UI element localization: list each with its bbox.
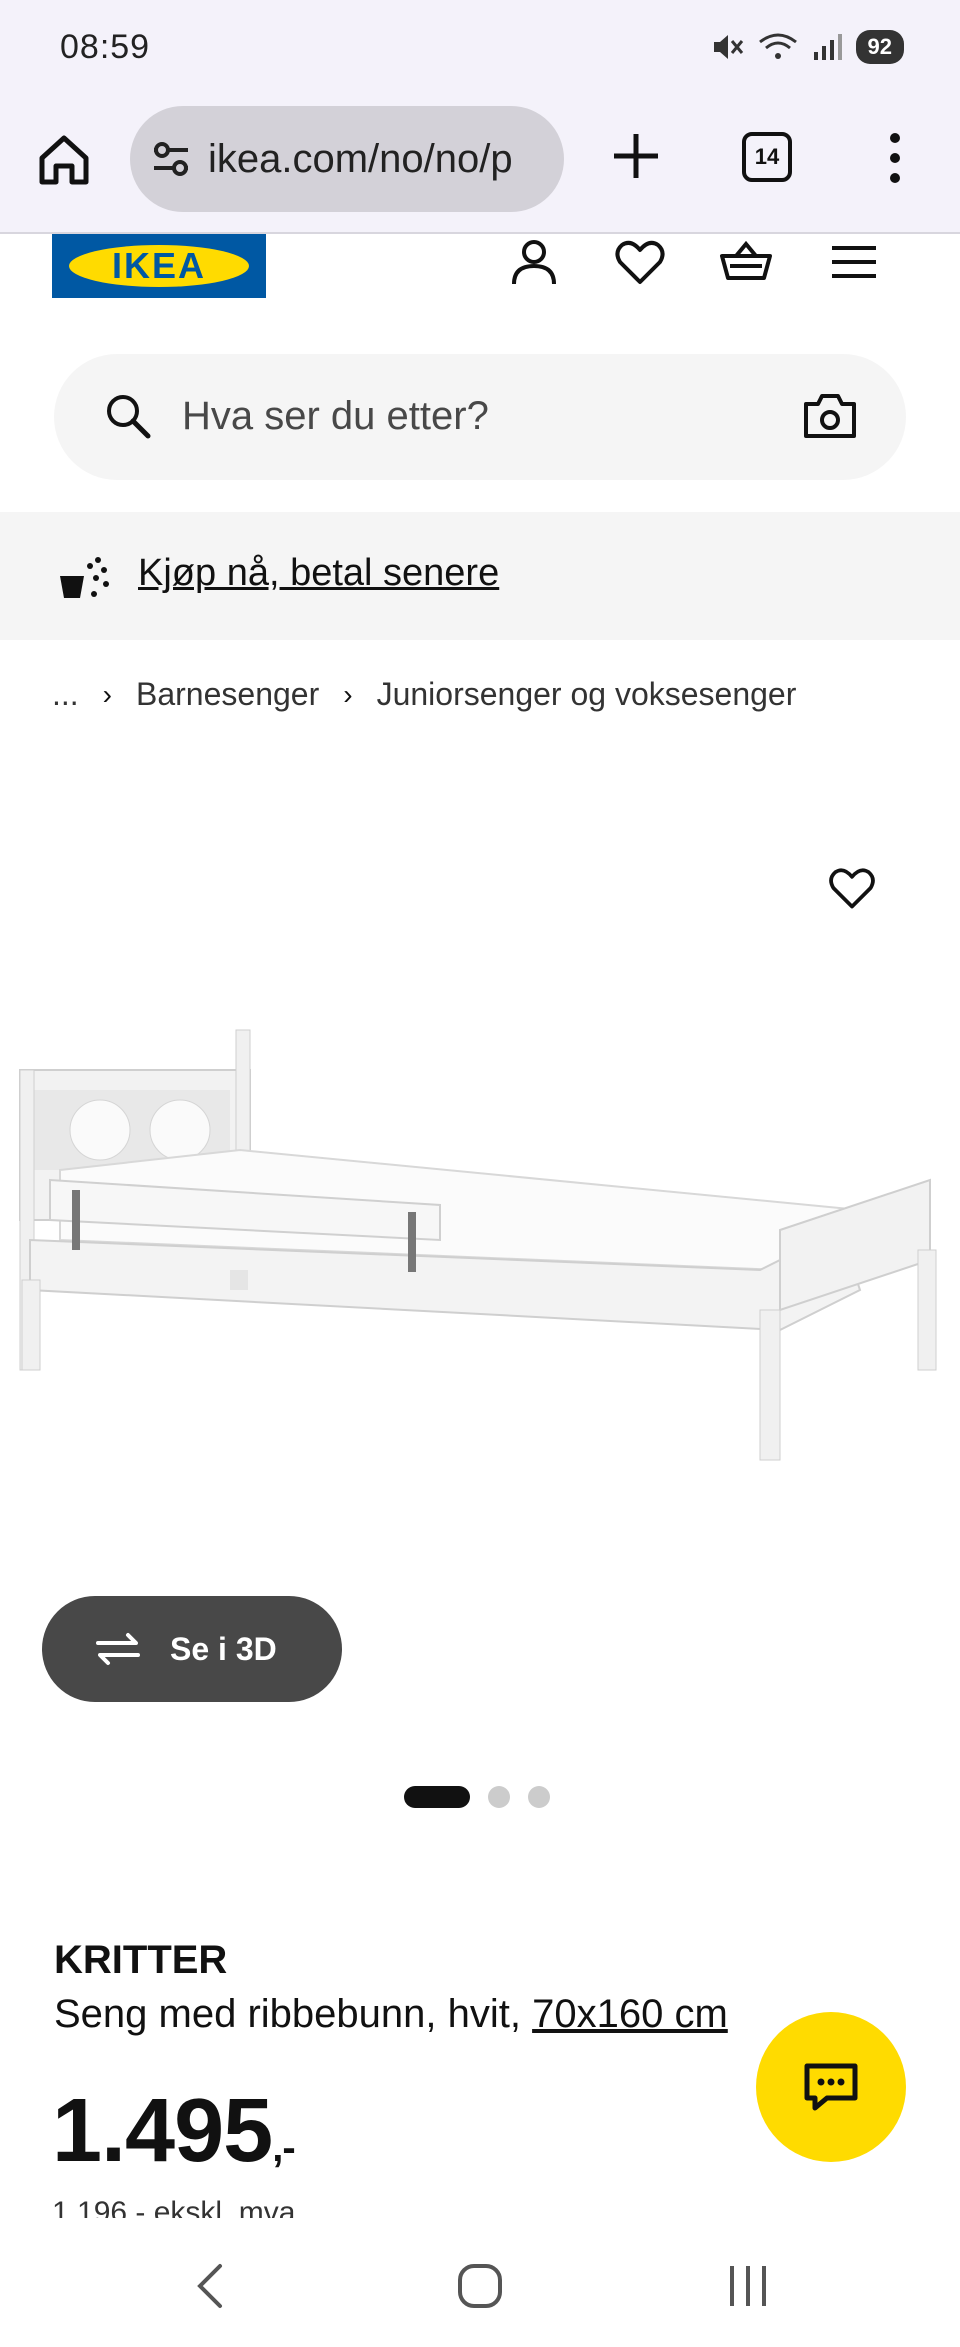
breadcrumb-item-ellipsis[interactable]: ... bbox=[52, 676, 79, 713]
chat-button[interactable] bbox=[756, 2012, 906, 2162]
new-tab-icon[interactable] bbox=[608, 128, 664, 184]
address-bar[interactable]: ikea.com/no/no/p bbox=[130, 106, 564, 212]
status-bar: 08:59 92 bbox=[0, 0, 960, 100]
more-menu-icon[interactable] bbox=[880, 128, 910, 188]
home-nav-icon[interactable] bbox=[450, 2258, 510, 2314]
menu-icon[interactable] bbox=[826, 234, 882, 290]
product-description: Seng med ribbebunn, hvit, 70x160 cm bbox=[54, 1992, 728, 2037]
mute-icon bbox=[713, 35, 743, 59]
price-ex-vat: 1.196,- ekskl. mva bbox=[52, 2196, 296, 2218]
chevron-right-icon: › bbox=[343, 678, 353, 710]
ikea-logo[interactable]: IKEA bbox=[52, 234, 266, 298]
site-header: IKEA bbox=[0, 234, 960, 324]
recents-icon[interactable] bbox=[718, 2258, 778, 2314]
tab-count: 14 bbox=[754, 144, 780, 169]
product-price: 1.495,- bbox=[52, 2080, 296, 2183]
rotate-3d-icon bbox=[96, 1633, 140, 1665]
search-icon[interactable] bbox=[102, 390, 154, 442]
camera-search-icon[interactable] bbox=[802, 390, 858, 442]
url-text: ikea.com/no/no/p bbox=[208, 136, 513, 181]
browser-toolbar: ikea.com/no/no/p 14 bbox=[0, 100, 960, 234]
carousel-dot-active[interactable] bbox=[404, 1786, 470, 1808]
search-bar bbox=[54, 354, 906, 480]
account-icon[interactable] bbox=[506, 234, 562, 290]
price-suffix: ,- bbox=[272, 2126, 295, 2170]
back-icon[interactable] bbox=[182, 2258, 242, 2314]
wifi-icon bbox=[758, 33, 797, 59]
home-icon[interactable] bbox=[34, 130, 94, 190]
tab-switcher-button[interactable]: 14 bbox=[742, 132, 792, 182]
add-to-wishlist-icon[interactable] bbox=[826, 862, 878, 914]
breadcrumb-item-barnesenger[interactable]: Barnesenger bbox=[136, 676, 319, 713]
status-time: 08:59 bbox=[60, 28, 151, 66]
battery-indicator: 92 bbox=[855, 30, 904, 64]
product-size-link[interactable]: 70x160 cm bbox=[532, 1992, 728, 2036]
product-image[interactable] bbox=[0, 950, 960, 1550]
system-navigation-bar bbox=[0, 2220, 960, 2347]
site-settings-icon[interactable] bbox=[148, 136, 194, 182]
carousel-indicator bbox=[404, 1786, 550, 1808]
status-icons: 92 bbox=[710, 30, 904, 64]
wishlist-icon[interactable] bbox=[612, 234, 668, 290]
view-3d-button[interactable]: Se i 3D bbox=[42, 1596, 342, 1702]
product-name: KRITTER bbox=[54, 1938, 228, 1982]
product-description-text: Seng med ribbebunn, hvit, bbox=[54, 1992, 521, 2036]
bnpl-banner: Kjøp nå, betal senere bbox=[0, 512, 960, 640]
chevron-right-icon: › bbox=[102, 678, 112, 710]
signal-icon bbox=[813, 34, 842, 60]
carousel-dot[interactable] bbox=[488, 1786, 510, 1808]
breadcrumb: ... › Barnesenger › Juniorsenger og voks… bbox=[52, 676, 796, 713]
search-input[interactable] bbox=[182, 384, 782, 448]
price-value: 1.495 bbox=[52, 2081, 273, 2181]
chat-icon bbox=[804, 2063, 858, 2111]
cart-icon[interactable] bbox=[718, 234, 774, 290]
breadcrumb-item-juniorsenger[interactable]: Juniorsenger og voksesenger bbox=[377, 676, 797, 713]
bnpl-link[interactable]: Kjøp nå, betal senere bbox=[138, 552, 499, 595]
view-3d-label: Se i 3D bbox=[170, 1630, 277, 1667]
carousel-dot[interactable] bbox=[528, 1786, 550, 1808]
bnpl-icon bbox=[60, 557, 109, 598]
